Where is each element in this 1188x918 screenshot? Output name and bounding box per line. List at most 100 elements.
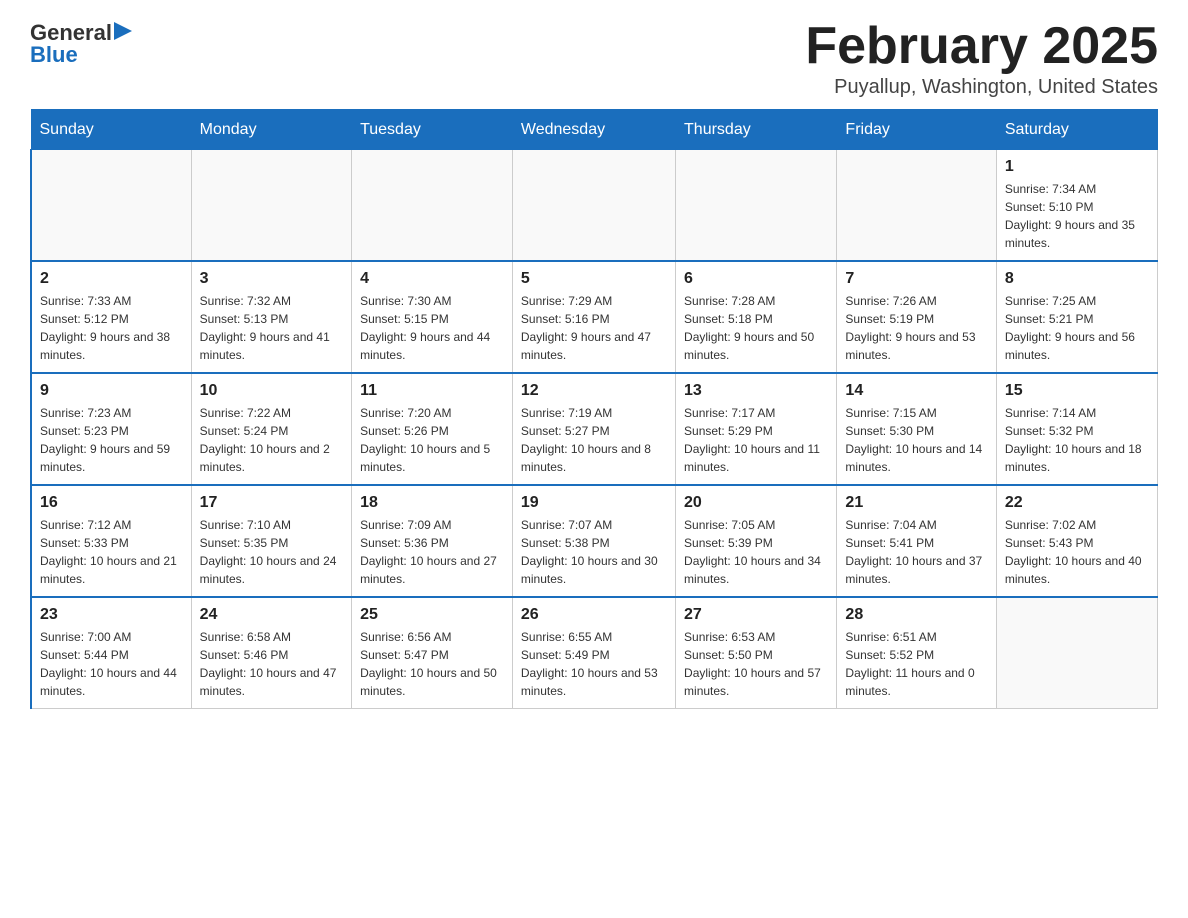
day-number: 12	[521, 382, 667, 400]
calendar-day-cell: 2 Sunrise: 7:33 AMSunset: 5:12 PMDaylight…	[31, 261, 191, 373]
calendar-day-cell	[996, 597, 1157, 709]
logo: General Blue	[30, 20, 134, 67]
calendar-table: SundayMondayTuesdayWednesdayThursdayFrid…	[30, 109, 1158, 709]
day-header-tuesday: Tuesday	[352, 110, 513, 150]
calendar-week-row: 16 Sunrise: 7:12 AMSunset: 5:33 PMDayligh…	[31, 485, 1158, 597]
calendar-day-cell: 4 Sunrise: 7:30 AMSunset: 5:15 PMDaylight…	[352, 261, 513, 373]
day-header-thursday: Thursday	[676, 110, 837, 150]
sun-info: Sunrise: 7:15 AMSunset: 5:30 PMDaylight:…	[845, 404, 987, 476]
day-number: 23	[40, 606, 183, 624]
calendar-day-cell: 9 Sunrise: 7:23 AMSunset: 5:23 PMDaylight…	[31, 373, 191, 485]
calendar-day-cell	[31, 150, 191, 262]
calendar-day-cell: 7 Sunrise: 7:26 AMSunset: 5:19 PMDaylight…	[837, 261, 996, 373]
calendar-day-cell: 13 Sunrise: 7:17 AMSunset: 5:29 PMDayligh…	[676, 373, 837, 485]
day-number: 28	[845, 606, 987, 624]
sun-info: Sunrise: 7:02 AMSunset: 5:43 PMDaylight:…	[1005, 516, 1149, 588]
day-number: 20	[684, 494, 828, 512]
day-number: 26	[521, 606, 667, 624]
day-number: 5	[521, 270, 667, 288]
day-number: 10	[200, 382, 343, 400]
calendar-day-cell: 27 Sunrise: 6:53 AMSunset: 5:50 PMDayligh…	[676, 597, 837, 709]
sun-info: Sunrise: 6:53 AMSunset: 5:50 PMDaylight:…	[684, 628, 828, 700]
day-number: 7	[845, 270, 987, 288]
calendar-day-cell: 3 Sunrise: 7:32 AMSunset: 5:13 PMDaylight…	[191, 261, 351, 373]
sun-info: Sunrise: 7:23 AMSunset: 5:23 PMDaylight:…	[40, 404, 183, 476]
sun-info: Sunrise: 7:17 AMSunset: 5:29 PMDaylight:…	[684, 404, 828, 476]
day-number: 9	[40, 382, 183, 400]
calendar-week-row: 1 Sunrise: 7:34 AMSunset: 5:10 PMDaylight…	[31, 150, 1158, 262]
day-header-friday: Friday	[837, 110, 996, 150]
location-text: Puyallup, Washington, United States	[805, 76, 1158, 99]
calendar-week-row: 23Sunrise: 7:00 AMSunset: 5:44 PMDayligh…	[31, 597, 1158, 709]
calendar-day-cell: 16 Sunrise: 7:12 AMSunset: 5:33 PMDayligh…	[31, 485, 191, 597]
sun-info: Sunrise: 7:19 AMSunset: 5:27 PMDaylight:…	[521, 404, 667, 476]
calendar-day-cell	[352, 150, 513, 262]
calendar-day-cell: 11 Sunrise: 7:20 AMSunset: 5:26 PMDayligh…	[352, 373, 513, 485]
day-number: 24	[200, 606, 343, 624]
sun-info: Sunrise: 6:51 AMSunset: 5:52 PMDaylight:…	[845, 628, 987, 700]
calendar-day-cell: 19 Sunrise: 7:07 AMSunset: 5:38 PMDayligh…	[512, 485, 675, 597]
day-number: 21	[845, 494, 987, 512]
page-header: General Blue February 2025 Puyallup, Was…	[30, 20, 1158, 99]
logo-arrow-icon	[114, 20, 134, 42]
calendar-day-cell: 26 Sunrise: 6:55 AMSunset: 5:49 PMDayligh…	[512, 597, 675, 709]
sun-info: Sunrise: 7:26 AMSunset: 5:19 PMDaylight:…	[845, 292, 987, 364]
day-number: 25	[360, 606, 504, 624]
sun-info: Sunrise: 6:56 AMSunset: 5:47 PMDaylight:…	[360, 628, 504, 700]
calendar-day-cell: 23Sunrise: 7:00 AMSunset: 5:44 PMDayligh…	[31, 597, 191, 709]
day-number: 16	[40, 494, 183, 512]
sun-info: Sunrise: 7:34 AMSunset: 5:10 PMDaylight:…	[1005, 180, 1149, 252]
calendar-day-cell: 20 Sunrise: 7:05 AMSunset: 5:39 PMDayligh…	[676, 485, 837, 597]
calendar-header-row: SundayMondayTuesdayWednesdayThursdayFrid…	[31, 110, 1158, 150]
sun-info: Sunrise: 7:05 AMSunset: 5:39 PMDaylight:…	[684, 516, 828, 588]
day-number: 11	[360, 382, 504, 400]
day-number: 3	[200, 270, 343, 288]
sun-info: Sunrise: 7:10 AMSunset: 5:35 PMDaylight:…	[200, 516, 343, 588]
calendar-day-cell	[191, 150, 351, 262]
calendar-day-cell: 28 Sunrise: 6:51 AMSunset: 5:52 PMDayligh…	[837, 597, 996, 709]
sun-info: Sunrise: 7:09 AMSunset: 5:36 PMDaylight:…	[360, 516, 504, 588]
sun-info: Sunrise: 6:55 AMSunset: 5:49 PMDaylight:…	[521, 628, 667, 700]
calendar-day-cell	[512, 150, 675, 262]
month-title: February 2025	[805, 20, 1158, 72]
sun-info: Sunrise: 7:32 AMSunset: 5:13 PMDaylight:…	[200, 292, 343, 364]
calendar-day-cell: 25 Sunrise: 6:56 AMSunset: 5:47 PMDayligh…	[352, 597, 513, 709]
day-number: 19	[521, 494, 667, 512]
calendar-week-row: 9 Sunrise: 7:23 AMSunset: 5:23 PMDaylight…	[31, 373, 1158, 485]
calendar-day-cell: 14Sunrise: 7:15 AMSunset: 5:30 PMDayligh…	[837, 373, 996, 485]
day-number: 27	[684, 606, 828, 624]
day-number: 18	[360, 494, 504, 512]
calendar-day-cell: 1 Sunrise: 7:34 AMSunset: 5:10 PMDaylight…	[996, 150, 1157, 262]
day-number: 8	[1005, 270, 1149, 288]
day-header-wednesday: Wednesday	[512, 110, 675, 150]
calendar-day-cell: 10 Sunrise: 7:22 AMSunset: 5:24 PMDayligh…	[191, 373, 351, 485]
day-number: 15	[1005, 382, 1149, 400]
day-number: 6	[684, 270, 828, 288]
day-number: 13	[684, 382, 828, 400]
calendar-day-cell: 21Sunrise: 7:04 AMSunset: 5:41 PMDayligh…	[837, 485, 996, 597]
day-header-sunday: Sunday	[31, 110, 191, 150]
sun-info: Sunrise: 7:14 AMSunset: 5:32 PMDaylight:…	[1005, 404, 1149, 476]
sun-info: Sunrise: 7:33 AMSunset: 5:12 PMDaylight:…	[40, 292, 183, 364]
calendar-day-cell: 6 Sunrise: 7:28 AMSunset: 5:18 PMDaylight…	[676, 261, 837, 373]
sun-info: Sunrise: 7:20 AMSunset: 5:26 PMDaylight:…	[360, 404, 504, 476]
sun-info: Sunrise: 7:30 AMSunset: 5:15 PMDaylight:…	[360, 292, 504, 364]
day-number: 17	[200, 494, 343, 512]
day-number: 4	[360, 270, 504, 288]
calendar-day-cell: 17 Sunrise: 7:10 AMSunset: 5:35 PMDayligh…	[191, 485, 351, 597]
day-number: 2	[40, 270, 183, 288]
sun-info: Sunrise: 7:22 AMSunset: 5:24 PMDaylight:…	[200, 404, 343, 476]
calendar-day-cell: 15 Sunrise: 7:14 AMSunset: 5:32 PMDayligh…	[996, 373, 1157, 485]
calendar-day-cell: 12 Sunrise: 7:19 AMSunset: 5:27 PMDayligh…	[512, 373, 675, 485]
calendar-day-cell: 5Sunrise: 7:29 AMSunset: 5:16 PMDaylight…	[512, 261, 675, 373]
calendar-day-cell: 24Sunrise: 6:58 AMSunset: 5:46 PMDayligh…	[191, 597, 351, 709]
sun-info: Sunrise: 7:28 AMSunset: 5:18 PMDaylight:…	[684, 292, 828, 364]
day-number: 1	[1005, 158, 1149, 176]
logo-blue-text: Blue	[30, 43, 78, 67]
day-number: 22	[1005, 494, 1149, 512]
title-section: February 2025 Puyallup, Washington, Unit…	[805, 20, 1158, 99]
sun-info: Sunrise: 7:07 AMSunset: 5:38 PMDaylight:…	[521, 516, 667, 588]
sun-info: Sunrise: 7:12 AMSunset: 5:33 PMDaylight:…	[40, 516, 183, 588]
sun-info: Sunrise: 7:25 AMSunset: 5:21 PMDaylight:…	[1005, 292, 1149, 364]
calendar-day-cell: 8 Sunrise: 7:25 AMSunset: 5:21 PMDaylight…	[996, 261, 1157, 373]
